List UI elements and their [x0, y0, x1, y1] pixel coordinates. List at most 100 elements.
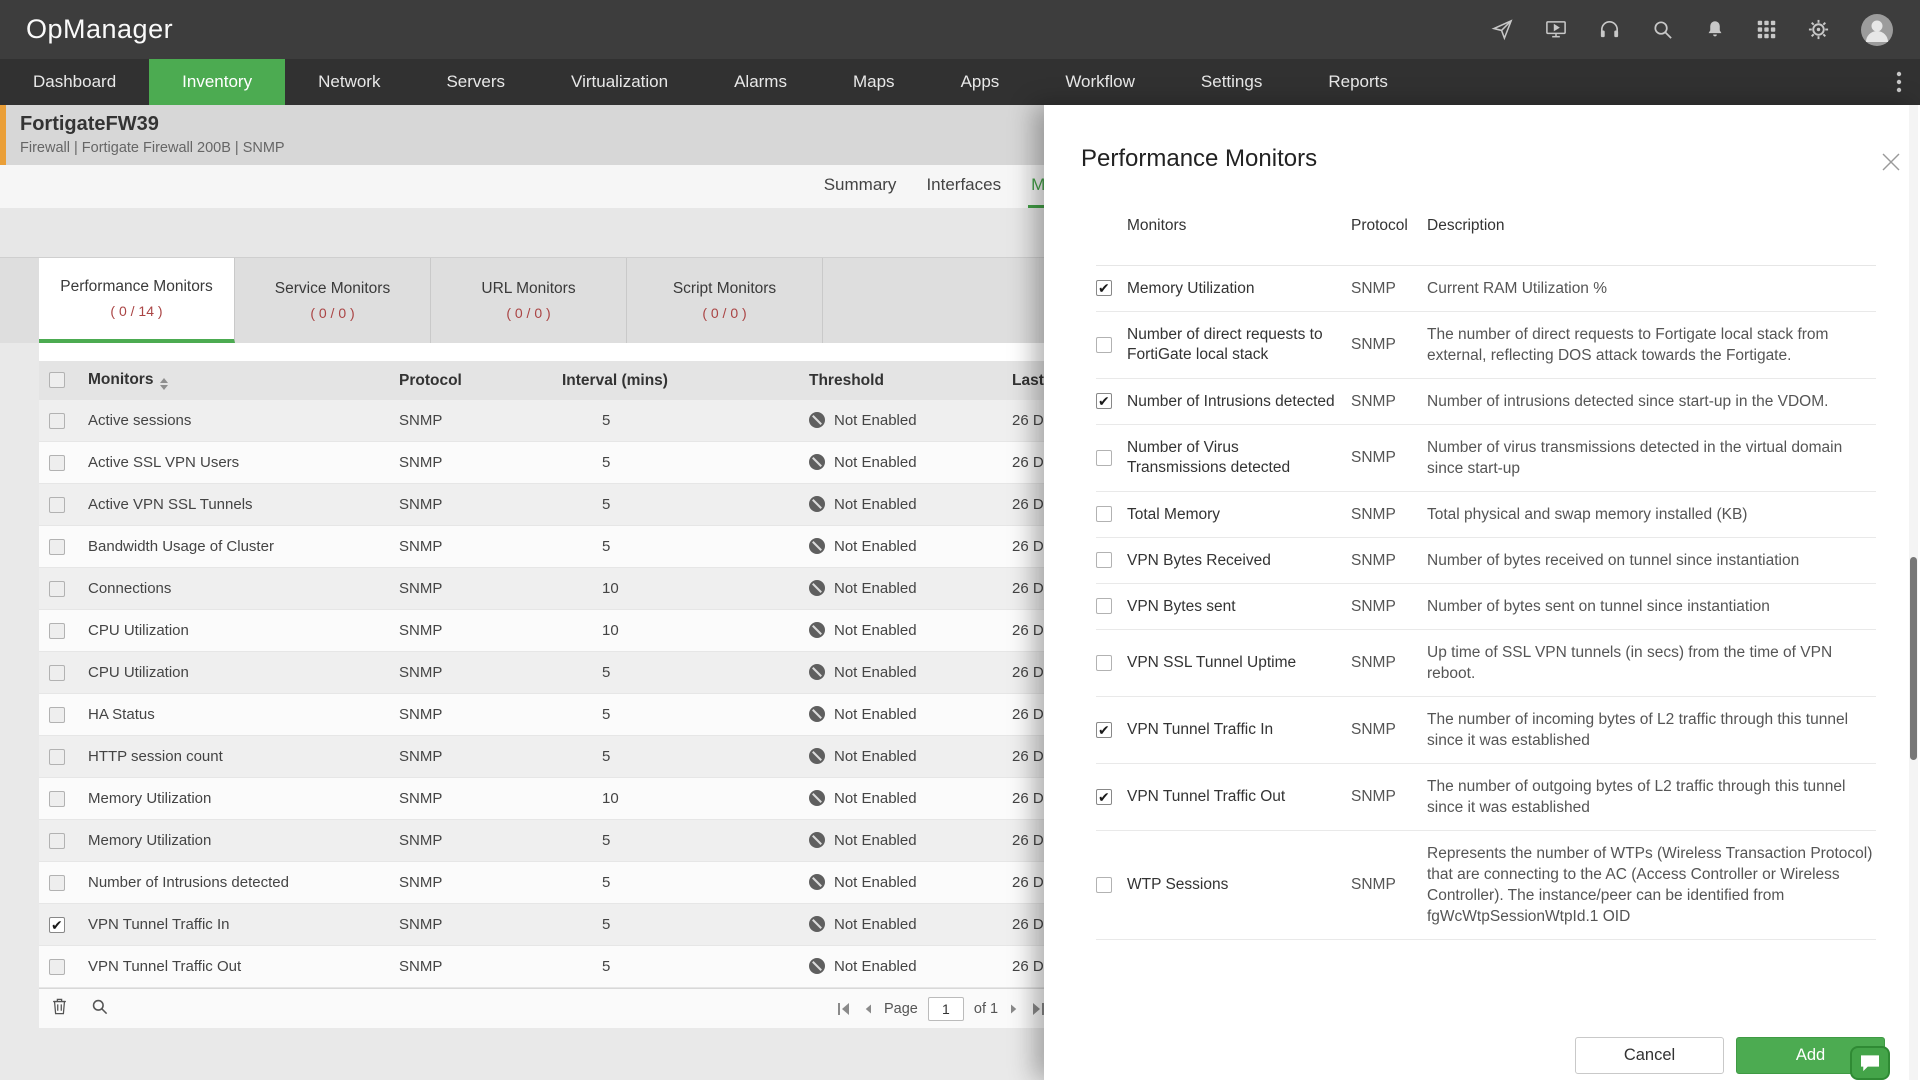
nav-item[interactable]: Workflow — [1032, 59, 1168, 105]
nav-item[interactable]: Apps — [928, 59, 1033, 105]
monitor-type-tab[interactable]: URL Monitors ( 0 / 0 ) — [431, 258, 627, 343]
first-page-button[interactable] — [836, 1002, 852, 1016]
monitor-threshold: Not Enabled — [809, 580, 1012, 597]
panel-monitor-protocol: SNMP — [1351, 598, 1427, 616]
page-input[interactable] — [928, 997, 964, 1021]
panel-monitor-row[interactable]: VPN SSL Tunnel Uptime SNMP Up time of SS… — [1096, 630, 1876, 697]
panel-row-checkbox[interactable] — [1096, 722, 1112, 738]
device-tab[interactable]: Interfaces — [923, 165, 1004, 208]
not-enabled-icon — [809, 580, 825, 596]
next-page-button[interactable] — [1008, 1002, 1020, 1016]
column-header-monitors[interactable]: Monitors — [88, 371, 399, 390]
nav-item[interactable]: Network — [285, 59, 413, 105]
row-checkbox[interactable] — [49, 539, 65, 555]
panel-monitor-row[interactable]: Number of Intrusions detected SNMP Numbe… — [1096, 379, 1876, 425]
search-icon[interactable] — [1651, 18, 1674, 41]
panel-monitor-row[interactable]: Total Memory SNMP Total physical and swa… — [1096, 492, 1876, 538]
row-checkbox[interactable] — [49, 623, 65, 639]
panel-monitor-row[interactable]: Memory Utilization SNMP Current RAM Util… — [1096, 266, 1876, 312]
apps-grid-icon[interactable] — [1756, 19, 1777, 40]
device-tab[interactable]: Summary — [821, 165, 900, 208]
monitor-protocol: SNMP — [399, 580, 562, 597]
monitor-type-tab[interactable]: Performance Monitors ( 0 / 14 ) — [39, 258, 235, 343]
threshold-text: Not Enabled — [834, 496, 917, 513]
paper-plane-icon[interactable] — [1491, 18, 1514, 41]
row-checkbox[interactable] — [49, 497, 65, 513]
monitor-name: Active SSL VPN Users — [88, 454, 399, 471]
performance-monitors-panel: Performance Monitors Monitors Protocol D… — [1044, 105, 1920, 1080]
monitor-protocol: SNMP — [399, 706, 562, 723]
monitor-type-tab[interactable]: Script Monitors ( 0 / 0 ) — [627, 258, 823, 343]
row-checkbox[interactable] — [49, 833, 65, 849]
previous-page-button[interactable] — [862, 1002, 874, 1016]
notifications-bell-icon[interactable] — [1704, 18, 1726, 41]
nav-item[interactable]: Settings — [1168, 59, 1295, 105]
monitor-protocol: SNMP — [399, 748, 562, 765]
settings-gear-icon[interactable] — [1807, 18, 1830, 41]
panel-row-checkbox[interactable] — [1096, 655, 1112, 671]
app-header: OpManager — [0, 0, 1920, 59]
nav-item[interactable]: Inventory — [149, 59, 285, 105]
panel-row-checkbox[interactable] — [1096, 450, 1112, 466]
panel-scrollbar-thumb[interactable] — [1910, 557, 1917, 760]
panel-row-checkbox[interactable] — [1096, 506, 1112, 522]
panel-monitor-row[interactable]: VPN Bytes Received SNMP Number of bytes … — [1096, 538, 1876, 584]
panel-monitor-name: Number of direct requests to FortiGate l… — [1127, 325, 1351, 365]
monitor-protocol: SNMP — [399, 496, 562, 513]
row-checkbox[interactable] — [49, 413, 65, 429]
row-checkbox[interactable] — [49, 875, 65, 891]
row-checkbox[interactable] — [49, 665, 65, 681]
row-checkbox[interactable] — [49, 707, 65, 723]
monitor-type-tab[interactable]: Service Monitors ( 0 / 0 ) — [235, 258, 431, 343]
nav-item[interactable]: Servers — [413, 59, 538, 105]
panel-row-checkbox[interactable] — [1096, 552, 1112, 568]
monitor-threshold: Not Enabled — [809, 622, 1012, 639]
delete-icon[interactable] — [51, 997, 68, 1021]
panel-monitor-row[interactable]: Number of direct requests to FortiGate l… — [1096, 312, 1876, 379]
row-checkbox[interactable] — [49, 749, 65, 765]
panel-row-checkbox[interactable] — [1096, 877, 1112, 893]
nav-item[interactable]: Reports — [1295, 59, 1421, 105]
sort-icon[interactable] — [160, 378, 168, 390]
cancel-button[interactable]: Cancel — [1575, 1037, 1724, 1074]
select-all-checkbox[interactable] — [49, 372, 65, 388]
headset-icon[interactable] — [1598, 18, 1621, 41]
nav-item[interactable]: Dashboard — [0, 59, 149, 105]
panel-monitor-row[interactable]: VPN Bytes sent SNMP Number of bytes sent… — [1096, 584, 1876, 630]
close-icon[interactable] — [1880, 151, 1902, 178]
nav-item[interactable]: Virtualization — [538, 59, 701, 105]
panel-monitor-row[interactable]: Number of Virus Transmissions detected S… — [1096, 425, 1876, 492]
panel-row-checkbox[interactable] — [1096, 393, 1112, 409]
panel-row-checkbox[interactable] — [1096, 337, 1112, 353]
row-checkbox[interactable] — [49, 791, 65, 807]
panel-row-checkbox[interactable] — [1096, 598, 1112, 614]
panel-monitor-row[interactable]: VPN Tunnel Traffic In SNMP The number of… — [1096, 697, 1876, 764]
panel-monitor-description: Total physical and swap memory installed… — [1427, 504, 1876, 525]
app-logo[interactable]: OpManager — [26, 14, 173, 45]
not-enabled-icon — [809, 832, 825, 848]
user-avatar[interactable] — [1860, 13, 1894, 47]
demo-screen-icon[interactable] — [1544, 18, 1568, 41]
panel-monitor-description: The number of direct requests to Fortiga… — [1427, 324, 1876, 366]
nav-item[interactable]: Maps — [820, 59, 928, 105]
row-checkbox[interactable] — [49, 581, 65, 597]
threshold-text: Not Enabled — [834, 874, 917, 891]
panel-monitor-description: Number of bytes sent on tunnel since ins… — [1427, 596, 1876, 617]
panel-row-checkbox[interactable] — [1096, 280, 1112, 296]
monitor-interval: 5 — [562, 874, 809, 891]
not-enabled-icon — [809, 664, 825, 680]
row-checkbox[interactable] — [49, 959, 65, 975]
monitor-threshold: Not Enabled — [809, 454, 1012, 471]
nav-item[interactable]: Alarms — [701, 59, 820, 105]
panel-monitor-row[interactable]: WTP Sessions SNMP Represents the number … — [1096, 831, 1876, 940]
panel-row-checkbox[interactable] — [1096, 789, 1112, 805]
panel-monitor-row[interactable]: VPN Tunnel Traffic Out SNMP The number o… — [1096, 764, 1876, 831]
monitor-threshold: Not Enabled — [809, 412, 1012, 429]
monitor-protocol: SNMP — [399, 622, 562, 639]
monitor-protocol: SNMP — [399, 790, 562, 807]
table-search-icon[interactable] — [90, 997, 109, 1021]
row-checkbox[interactable] — [49, 917, 65, 933]
row-checkbox[interactable] — [49, 455, 65, 471]
kebab-menu-icon[interactable] — [1878, 59, 1920, 105]
feedback-chat-icon[interactable] — [1850, 1046, 1890, 1080]
